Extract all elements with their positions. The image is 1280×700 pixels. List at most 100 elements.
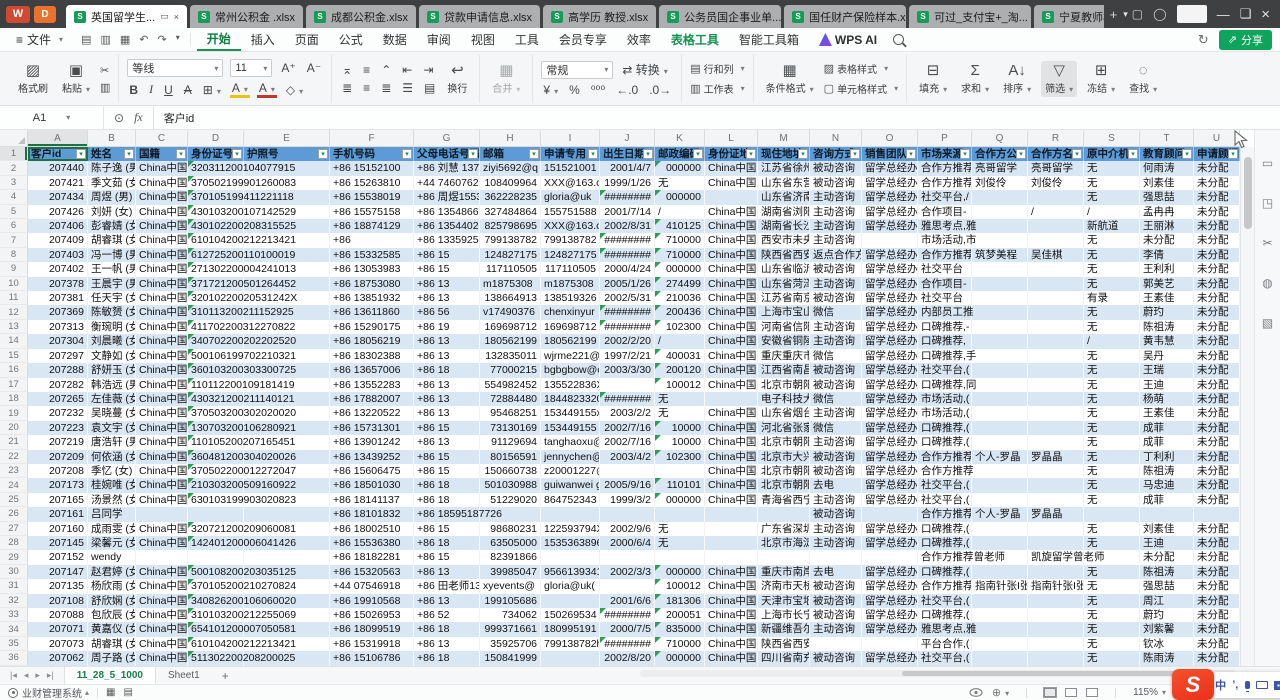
- cell[interactable]: [136, 507, 188, 521]
- cell[interactable]: 未分配: [1194, 522, 1240, 536]
- cell[interactable]: 衡琬明 (女: [88, 320, 136, 334]
- cell[interactable]: China中国: [705, 320, 758, 334]
- filter-dropdown-icon[interactable]: ▾: [318, 149, 328, 159]
- cell[interactable]: 无: [1084, 608, 1140, 622]
- paste-button[interactable]: ▣粘贴▾: [58, 61, 94, 97]
- decrease-font-icon[interactable]: A⁻: [305, 61, 323, 75]
- cell[interactable]: 2002/7/16: [600, 435, 655, 449]
- row-number[interactable]: 26: [0, 507, 28, 521]
- cell[interactable]: 207145: [28, 536, 88, 550]
- cell[interactable]: [600, 507, 655, 521]
- cell[interactable]: 微信: [810, 421, 862, 435]
- cell[interactable]: 社交平台,(: [918, 594, 972, 608]
- document-tab[interactable]: S国任财产保险样本.x: [784, 5, 906, 28]
- cell[interactable]: 2000/7/5: [600, 622, 655, 636]
- cell[interactable]: +86 18: [414, 651, 480, 665]
- undo-icon[interactable]: ↶: [139, 33, 148, 46]
- cell[interactable]: 207232: [28, 406, 88, 420]
- cell[interactable]: 口碑推荐,同: [918, 378, 972, 392]
- cell[interactable]: 陈祖涛: [1140, 565, 1194, 579]
- cell[interactable]: 留学总经办: [862, 435, 918, 449]
- column-header-Q[interactable]: Q: [972, 130, 1028, 147]
- column-header-C[interactable]: C: [136, 130, 188, 147]
- cell[interactable]: China中国: [136, 435, 188, 449]
- cell[interactable]: 95468251: [480, 406, 541, 420]
- cell[interactable]: 强思喆: [1140, 190, 1194, 204]
- cell[interactable]: +86 19910568: [330, 594, 414, 608]
- cell[interactable]: 370105199411221118: [188, 190, 244, 204]
- cell[interactable]: 799138782: [541, 233, 600, 247]
- cell[interactable]: 有录: [1084, 291, 1140, 305]
- cell[interactable]: +86 18501030: [330, 478, 414, 492]
- cut-icon[interactable]: ✂: [100, 64, 110, 77]
- header-cell[interactable]: 手机号码▾: [330, 147, 414, 161]
- cell[interactable]: +86 13: [414, 435, 480, 449]
- cell[interactable]: 个人-罗晶: [972, 507, 1028, 521]
- cell[interactable]: [705, 536, 758, 550]
- cell[interactable]: 被动咨询: [810, 464, 862, 478]
- cell[interactable]: 无: [1084, 363, 1140, 377]
- cell[interactable]: China中国: [705, 233, 758, 247]
- cell[interactable]: 陈子逸 (男: [88, 161, 136, 175]
- wps-logo-icon[interactable]: W: [6, 6, 30, 23]
- vertical-scrollbar-thumb[interactable]: [1244, 157, 1252, 229]
- thousands-icon[interactable]: ⁰⁰⁰: [589, 83, 607, 97]
- cell[interactable]: [1028, 277, 1084, 291]
- cell[interactable]: 200051: [655, 608, 705, 622]
- cell[interactable]: +86 1354402198: [414, 219, 480, 233]
- cell[interactable]: 未分配: [1194, 161, 1240, 175]
- row-number[interactable]: 16: [0, 363, 28, 377]
- cell[interactable]: 留学总经办: [862, 363, 918, 377]
- row-number[interactable]: 13: [0, 320, 28, 334]
- cell[interactable]: 合作项目-: [918, 277, 972, 291]
- cell[interactable]: 360481200304020026: [188, 450, 244, 464]
- menu-item-会员专享[interactable]: 会员专享: [549, 29, 617, 50]
- cell[interactable]: ########: [600, 233, 655, 247]
- menu-item-页面[interactable]: 页面: [285, 29, 329, 50]
- cell[interactable]: 2005/1/26: [600, 277, 655, 291]
- cell[interactable]: ########: [600, 608, 655, 622]
- cell[interactable]: +86 1354866895: [414, 205, 480, 219]
- cell[interactable]: +86 15: [414, 522, 480, 536]
- cell[interactable]: 207381: [28, 291, 88, 305]
- cell[interactable]: jennychen@jennychen@: [541, 450, 600, 464]
- cell[interactable]: 554982452: [480, 378, 541, 392]
- hide-window-eye-icon[interactable]: [969, 688, 983, 697]
- cell[interactable]: 734062: [480, 608, 541, 622]
- percent-icon[interactable]: %: [567, 83, 582, 97]
- cell[interactable]: 无: [655, 176, 705, 190]
- cell[interactable]: m1875308: [480, 277, 541, 291]
- cell[interactable]: 被动咨询: [810, 161, 862, 175]
- cell[interactable]: 207161: [28, 507, 88, 521]
- cell[interactable]: 王一帆 (男: [88, 262, 136, 276]
- cell[interactable]: 社交平台,(: [918, 478, 972, 492]
- cell[interactable]: +86 18753080: [330, 277, 414, 291]
- cell[interactable]: 2002/5/31: [600, 291, 655, 305]
- cell[interactable]: 社交平台: [918, 291, 972, 305]
- ime-microphone-icon[interactable]: [1245, 681, 1250, 689]
- cell[interactable]: 未分配: [1194, 450, 1240, 464]
- cell[interactable]: /: [1084, 334, 1140, 348]
- cell[interactable]: China中国: [705, 378, 758, 392]
- cell[interactable]: [972, 320, 1028, 334]
- cell[interactable]: China中国: [705, 651, 758, 665]
- cell[interactable]: 重庆重庆市: [758, 349, 810, 363]
- document-tab[interactable]: S宁夏教师样本.xlsx: [1034, 5, 1104, 28]
- cell[interactable]: 1999/1/26: [600, 176, 655, 190]
- cell[interactable]: 市场活动,(: [918, 392, 972, 406]
- row-number[interactable]: 9: [0, 262, 28, 276]
- cell[interactable]: China中国: [705, 176, 758, 190]
- cell[interactable]: 刘素佳: [1140, 176, 1194, 190]
- cell[interactable]: [972, 565, 1028, 579]
- cell[interactable]: 207108: [28, 594, 88, 608]
- menu-item-表格工具[interactable]: 表格工具: [661, 29, 729, 50]
- align-center-icon[interactable]: ≡: [361, 81, 372, 95]
- cell[interactable]: 无: [1084, 594, 1140, 608]
- cell[interactable]: 151521001: [541, 161, 600, 175]
- cell[interactable]: 999371661: [480, 622, 541, 636]
- header-cell[interactable]: 合作方公▾: [972, 147, 1028, 161]
- cell[interactable]: [705, 190, 758, 204]
- cell[interactable]: 文静如 (女: [88, 349, 136, 363]
- cell[interactable]: China中国: [136, 536, 188, 550]
- cell[interactable]: +86 18099519: [330, 622, 414, 636]
